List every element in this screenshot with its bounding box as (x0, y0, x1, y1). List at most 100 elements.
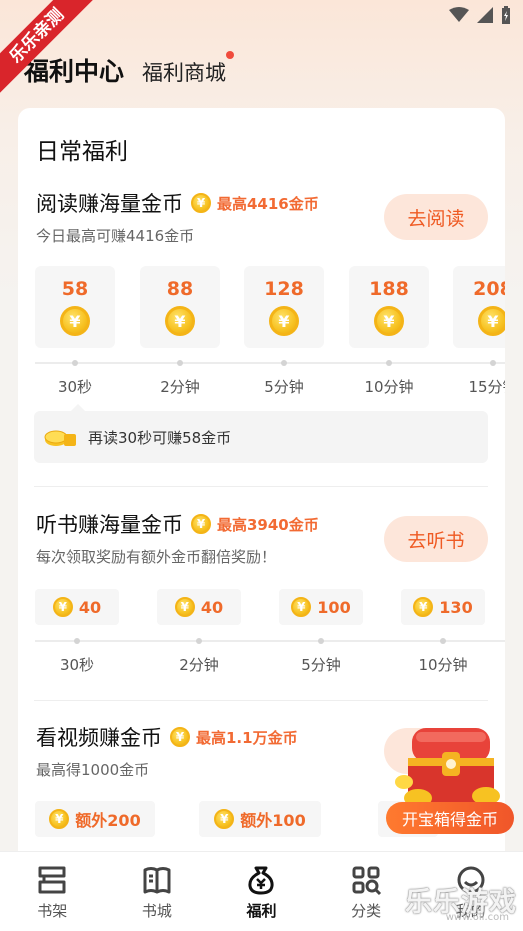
chip-value: 100 (317, 597, 351, 617)
progress-dot (196, 638, 202, 644)
open-chest-button[interactable]: 开宝箱得金币 (386, 802, 514, 834)
card-title: 日常福利 (36, 139, 128, 165)
ribbon-text: 乐乐亲测 (0, 0, 100, 99)
video-max-reward: 最高1.1万金币 (170, 727, 298, 748)
read-max-reward: 最高4416金币 (191, 193, 319, 214)
promo-ribbon: 乐乐亲测 (0, 0, 110, 110)
listen-max-reward: 最高3940金币 (191, 514, 319, 535)
tile-value: 128 (264, 278, 304, 300)
coin-icon (478, 306, 505, 336)
nav-label: 福利 (246, 902, 277, 920)
progress-dot (440, 638, 446, 644)
read-time-label: 10分钟 (364, 378, 414, 396)
read-tip: 再读30秒可赚58金币 (34, 411, 488, 463)
book-icon (143, 867, 171, 894)
chip-value: 130 (439, 597, 473, 617)
tip-caret (71, 404, 85, 411)
read-tile-5[interactable]: 208 (453, 266, 505, 348)
chip-value: 额外200 (75, 811, 141, 830)
tab-welfare-mall[interactable]: 福利商城 (142, 51, 235, 87)
read-tile-3[interactable]: 128 (244, 266, 324, 348)
chip-value: 40 (78, 597, 102, 617)
listen-progress-track (35, 640, 505, 642)
video-section-title: 看视频赚金币 最高1.1万金币 (36, 722, 298, 752)
listen-chip-2[interactable]: 40 (157, 589, 241, 625)
nav-item-welfare[interactable]: 福利 (209, 852, 314, 931)
progress-dot (74, 638, 80, 644)
read-subtitle: 今日最高可赚4416金币 (36, 227, 195, 245)
video-chip-2[interactable]: 额外100 (199, 801, 321, 837)
listen-chip-1[interactable]: 40 (35, 589, 119, 625)
nav-item-bookshelf[interactable]: 书架 (0, 852, 105, 931)
listen-chip-3[interactable]: 100 (279, 589, 363, 625)
coin-icon (170, 727, 190, 747)
nav-item-bookstore[interactable]: 书城 (105, 852, 210, 931)
nav-label: 书城 (141, 902, 172, 920)
nav-item-category[interactable]: 分类 (314, 852, 419, 931)
read-time-label: 15分钟 (468, 378, 505, 396)
coin-icon (191, 193, 211, 213)
chip-value: 额外100 (240, 811, 306, 830)
battery-icon (502, 6, 510, 24)
tile-value: 88 (166, 278, 194, 300)
listen-chip-4[interactable]: 130 (401, 589, 485, 625)
read-tile-1[interactable]: 58 (35, 266, 115, 348)
tile-value: 188 (369, 278, 409, 300)
progress-dot (386, 360, 392, 366)
category-icon (352, 866, 382, 896)
coin-icon (291, 597, 312, 617)
coin-icon (52, 597, 73, 617)
status-bar (449, 6, 511, 24)
listen-time-label: 30秒 (59, 656, 95, 674)
money-bag-icon (248, 866, 275, 895)
watermark-url: www.6ll.com (445, 912, 509, 923)
listen-max-text: 最高3940金币 (217, 515, 319, 534)
coin-icon (269, 306, 299, 336)
coin-icon (165, 306, 195, 336)
coin-icon (413, 597, 434, 617)
go-read-button[interactable]: 去阅读 (384, 194, 488, 240)
listen-time-label: 10分钟 (418, 656, 468, 674)
divider (34, 486, 488, 487)
video-chip-1[interactable]: 额外200 (35, 801, 155, 837)
tile-value: 58 (61, 278, 89, 300)
progress-dot (177, 360, 183, 366)
tab-welfare-mall-label: 福利商城 (142, 61, 227, 85)
video-subtitle: 最高得1000金币 (36, 761, 150, 779)
listen-section-title: 听书赚海量金币 最高3940金币 (36, 509, 319, 539)
read-max-text: 最高4416金币 (217, 194, 319, 213)
coin-icon (49, 809, 70, 829)
signal-icon (477, 7, 493, 23)
read-time-label: 30秒 (57, 378, 93, 396)
read-time-label: 5分钟 (264, 378, 304, 396)
read-progress-track (35, 362, 505, 364)
treasure-chest-icon[interactable] (392, 722, 510, 812)
bookshelf-icon (38, 866, 66, 894)
coin-icon (60, 306, 90, 336)
coins-icon (44, 430, 76, 446)
progress-dot (318, 638, 324, 644)
go-listen-button[interactable]: 去听书 (384, 516, 488, 562)
listen-title-text: 听书赚海量金币 (36, 513, 183, 537)
video-title-text: 看视频赚金币 (36, 726, 162, 750)
notification-dot (226, 51, 235, 59)
listen-time-label: 2分钟 (179, 656, 219, 674)
progress-dot (72, 360, 78, 366)
coin-icon (374, 306, 404, 336)
progress-dot (281, 360, 287, 366)
coin-icon (174, 597, 195, 617)
chip-value: 40 (200, 597, 224, 617)
read-section-title: 阅读赚海量金币 最高4416金币 (36, 188, 319, 218)
listen-subtitle: 每次领取奖励有额外金币翻倍奖励！ (36, 548, 277, 566)
nav-label: 分类 (351, 902, 382, 920)
read-tip-text: 再读30秒可赚58金币 (88, 428, 232, 447)
read-title-text: 阅读赚海量金币 (36, 192, 183, 216)
tile-value: 208 (473, 278, 505, 300)
listen-time-label: 5分钟 (301, 656, 341, 674)
coin-icon (214, 809, 235, 829)
video-max-text: 最高1.1万金币 (196, 728, 298, 747)
read-tile-2[interactable]: 88 (140, 266, 220, 348)
wifi-icon (449, 7, 469, 22)
divider (34, 700, 488, 701)
read-tile-4[interactable]: 188 (349, 266, 429, 348)
